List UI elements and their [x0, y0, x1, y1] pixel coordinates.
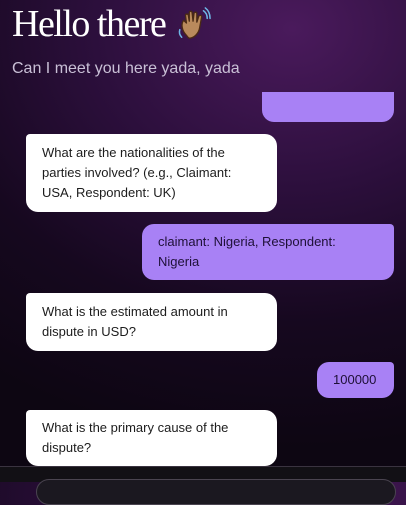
bot-message-text: What is the estimated amount in dispute …: [42, 304, 228, 339]
message-composer: [0, 466, 406, 505]
bot-message-bubble: What is the primary cause of the dispute…: [26, 410, 277, 466]
user-message-bubble: claimant: Nigeria, Respondent: Nigeria: [142, 224, 394, 280]
message-input[interactable]: [36, 479, 396, 505]
bot-message-bubble: What is the estimated amount in dispute …: [26, 293, 277, 351]
chat-messages: What are the nationalities of the partie…: [0, 0, 406, 481]
bot-message-text: What are the nationalities of the partie…: [42, 145, 232, 200]
user-message-text: 100000: [333, 372, 377, 387]
user-message-bubble: 100000: [317, 362, 394, 398]
bot-message-bubble: What are the nationalities of the partie…: [26, 134, 277, 212]
bot-message-text: What is the primary cause of the dispute…: [42, 420, 229, 455]
user-message-bubble-clipped: [262, 92, 394, 122]
user-message-text: claimant: Nigeria, Respondent: Nigeria: [158, 234, 336, 269]
